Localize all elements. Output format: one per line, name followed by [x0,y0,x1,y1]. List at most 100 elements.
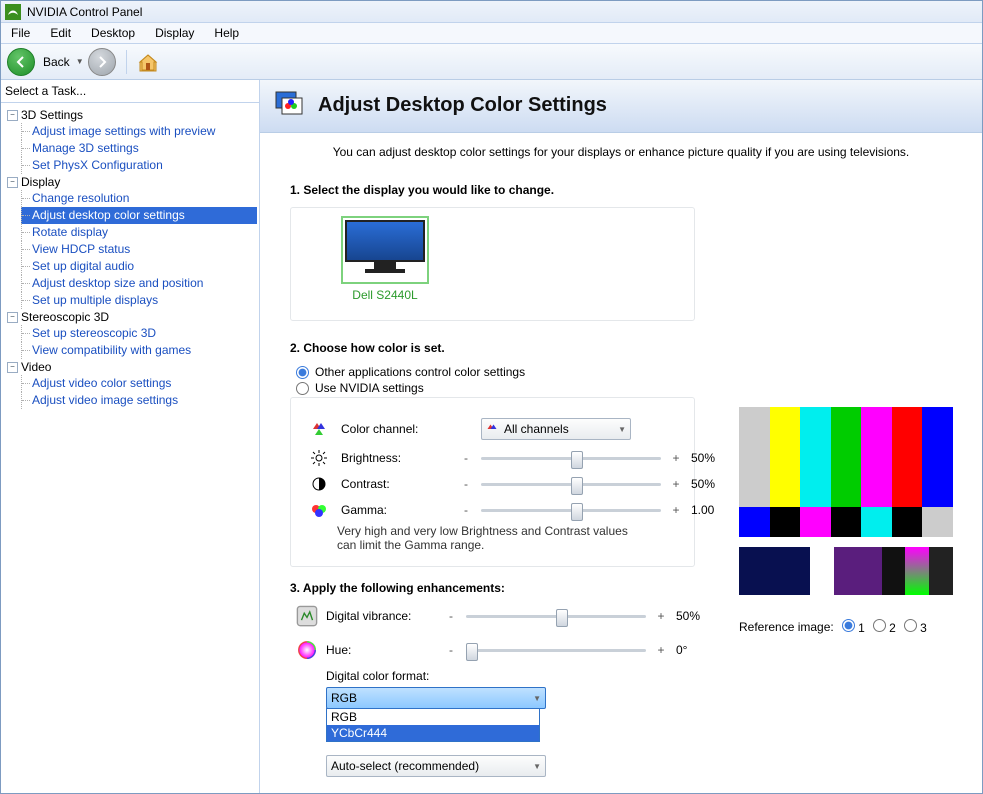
app-window: NVIDIA Control Panel File Edit Desktop D… [0,0,983,794]
menu-file[interactable]: File [1,23,40,43]
tree-group-3d-settings: −3D Settings Adjust image settings with … [3,107,257,174]
menu-help[interactable]: Help [204,23,249,43]
task-header: Select a Task... [1,80,259,103]
tree-item[interactable]: View compatibility with games [21,342,257,359]
step2-title: 2. Choose how color is set. [290,341,695,355]
content-area: 1. Select the display you would like to … [260,177,982,793]
back-button[interactable] [7,48,35,76]
page-header: Adjust Desktop Color Settings [260,80,982,133]
reference-option-1[interactable]: 1 [842,619,865,635]
menu-bar: File Edit Desktop Display Help [1,23,982,44]
contrast-icon [311,476,327,492]
radio-nvidia-input[interactable] [296,382,309,395]
tree-group-stereo3d: −Stereoscopic 3D Set up stereoscopic 3D … [3,309,257,359]
toolbar-separator [126,50,127,74]
step3-title: 3. Apply the following enhancements: [290,581,695,595]
display-label: Dell S2440L [352,288,417,302]
tree-item[interactable]: Set up multiple displays [21,292,257,309]
page-intro: You can adjust desktop color settings fo… [260,133,982,177]
reference-option-3[interactable]: 3 [904,619,927,635]
plus-icon: + [654,643,668,657]
tree-item[interactable]: Adjust desktop size and position [21,275,257,292]
menu-display[interactable]: Display [145,23,204,43]
dynamic-range-combo[interactable]: Auto-select (recommended) ▼ [326,755,546,777]
back-label: Back [43,55,70,69]
tree-item-selected[interactable]: Adjust desktop color settings [21,207,257,224]
vibrance-slider[interactable] [466,615,646,618]
tree-item[interactable]: Manage 3D settings [21,140,257,157]
home-icon[interactable] [137,51,159,73]
color-format-option[interactable]: YCbCr444 [327,725,539,741]
plus-icon: + [669,503,683,517]
color-bars-bottom [739,507,953,537]
page-icon [272,88,306,122]
toolbar: Back ▼ [1,44,982,80]
body: Select a Task... −3D Settings Adjust ima… [1,80,982,793]
radio-other-apps[interactable]: Other applications control color setting… [296,365,695,379]
tree-group-display: −Display Change resolution Adjust deskto… [3,174,257,309]
menu-desktop[interactable]: Desktop [81,23,145,43]
hue-slider[interactable] [466,649,646,652]
color-format-option[interactable]: RGB [327,709,539,725]
vibrance-label: Digital vibrance: [326,609,436,623]
tree-item[interactable]: Adjust video image settings [21,392,257,409]
collapse-icon[interactable]: − [7,110,18,121]
minus-icon: - [444,643,458,657]
tree-item[interactable]: Set up stereoscopic 3D [21,325,257,342]
brightness-slider[interactable] [481,457,661,460]
tree-group-header[interactable]: −Display [3,174,257,190]
chevron-down-icon: ▼ [618,425,626,434]
radio-nvidia[interactable]: Use NVIDIA settings [296,381,695,395]
vibrance-icon [296,605,318,627]
tree-group-video: −Video Adjust video color settings Adjus… [3,359,257,409]
display-option[interactable]: Dell S2440L [325,216,445,302]
reference-image-panel: Reference image: 1 2 3 [739,407,964,635]
reference-option-2[interactable]: 2 [873,619,896,635]
gamma-label: Gamma: [341,503,451,517]
tree-group-header[interactable]: −Video [3,359,257,375]
brightness-icon [311,450,327,466]
collapse-icon[interactable]: − [7,177,18,188]
color-bars [739,407,953,507]
chevron-down-icon: ▼ [533,762,541,771]
minus-icon: - [459,451,473,465]
color-channel-combo[interactable]: All channels ▼ [481,418,631,440]
tree-item[interactable]: Set up digital audio [21,258,257,275]
vibrance-value: 50% [676,609,724,623]
tree-item[interactable]: Adjust image settings with preview [21,123,257,140]
pluge-bars [739,547,953,595]
color-channel-icon [311,421,327,437]
hue-value: 0° [676,643,724,657]
color-format-label: Digital color format: [326,669,695,683]
tree-item[interactable]: Set PhysX Configuration [21,157,257,174]
sidebar: Select a Task... −3D Settings Adjust ima… [1,80,260,793]
tree-item[interactable]: View HDCP status [21,241,257,258]
display-select-box: Dell S2440L [290,207,695,321]
plus-icon: + [654,609,668,623]
plus-icon: + [669,477,683,491]
color-format-combo[interactable]: RGB ▼ RGB YCbCr444 [326,687,546,709]
collapse-icon[interactable]: − [7,312,18,323]
tree-item[interactable]: Adjust video color settings [21,375,257,392]
gamma-value: 1.00 [691,503,739,517]
radio-other-input[interactable] [296,366,309,379]
forward-button[interactable] [88,48,116,76]
minus-icon: - [459,503,473,517]
hue-icon [296,639,318,661]
monitor-icon [341,216,429,284]
color-channel-label: Color channel: [341,422,451,436]
tree-item[interactable]: Change resolution [21,190,257,207]
contrast-slider[interactable] [481,483,661,486]
menu-edit[interactable]: Edit [40,23,81,43]
window-title: NVIDIA Control Panel [27,5,142,19]
task-tree: −3D Settings Adjust image settings with … [1,103,259,413]
contrast-label: Contrast: [341,477,451,491]
tree-item[interactable]: Rotate display [21,224,257,241]
gamma-slider[interactable] [481,509,661,512]
back-dropdown-icon[interactable]: ▼ [76,57,84,66]
collapse-icon[interactable]: − [7,362,18,373]
reference-label: Reference image: [739,620,834,634]
tree-group-header[interactable]: −3D Settings [3,107,257,123]
tree-group-header[interactable]: −Stereoscopic 3D [3,309,257,325]
color-settings-box: Color channel: All channels ▼ [290,397,695,567]
